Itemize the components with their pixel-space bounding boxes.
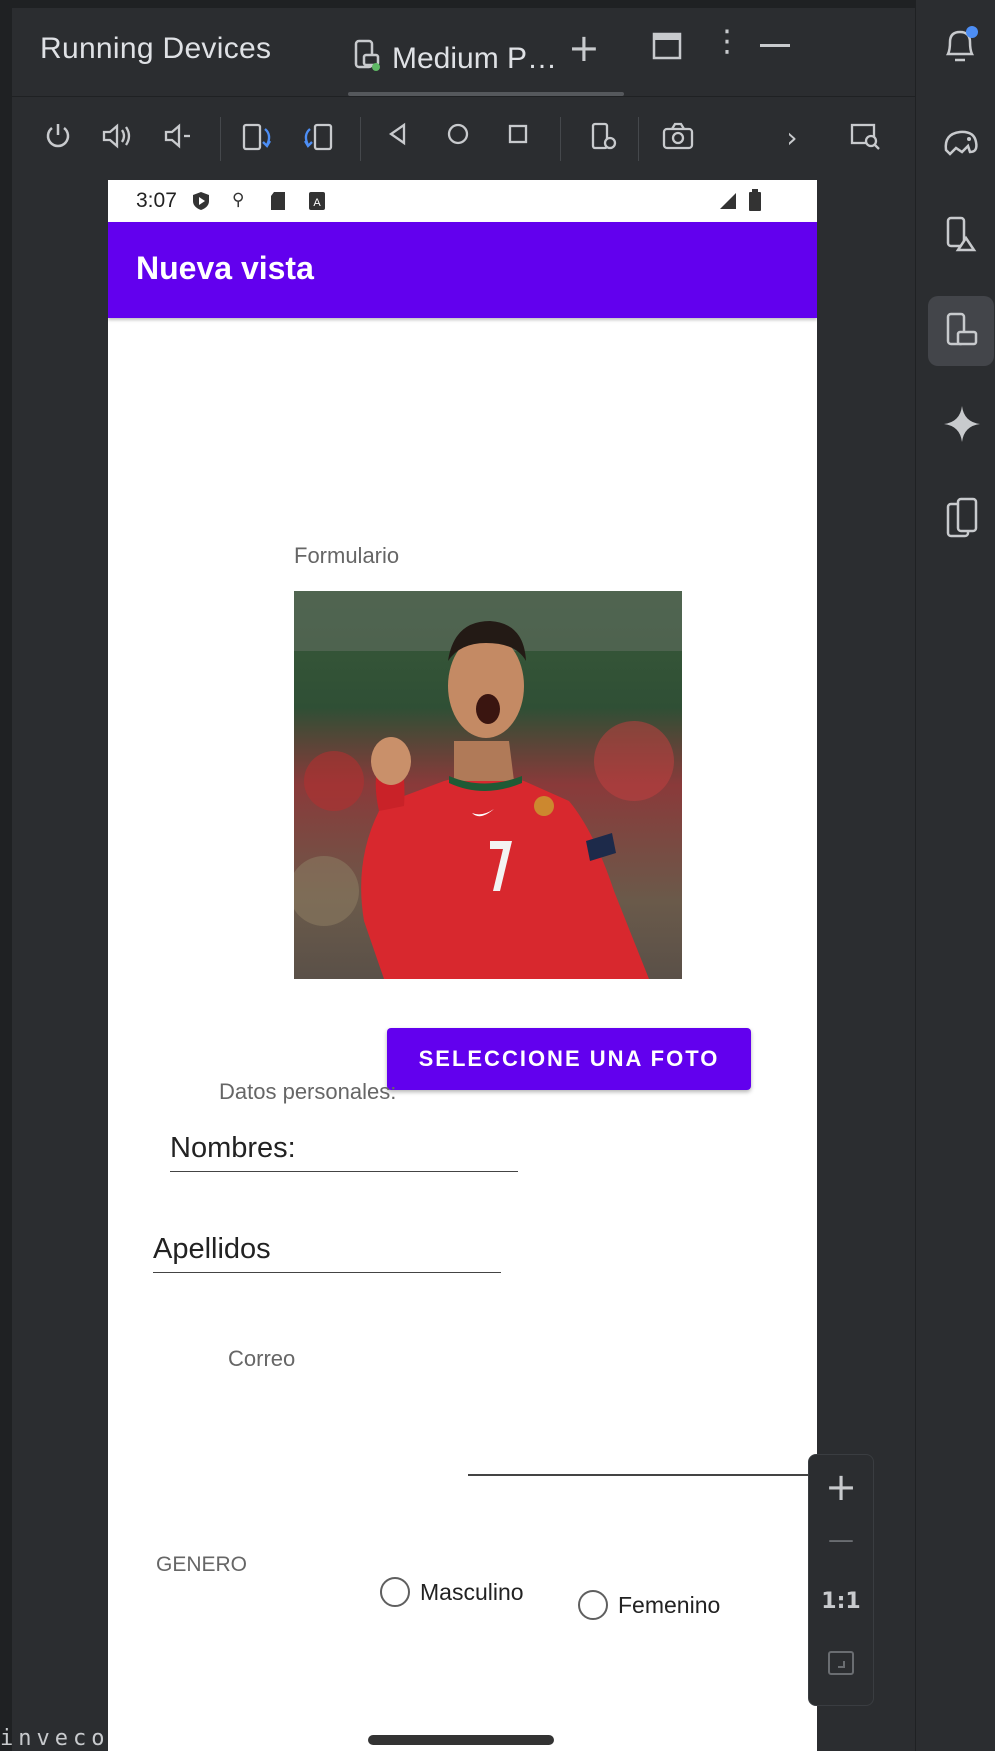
selected-photo	[294, 591, 682, 979]
device-settings-icon[interactable]	[584, 121, 624, 160]
panel-title: Running Devices	[40, 32, 272, 65]
status-bar: 3:07 ⚲ A	[108, 180, 817, 222]
radio-femenino[interactable]: Femenino	[578, 1590, 720, 1620]
device-toolbar: ›	[12, 96, 915, 181]
toolbar-separator	[560, 117, 561, 161]
truncated-label: inveco	[0, 1726, 110, 1751]
running-devices-icon[interactable]	[944, 310, 980, 356]
svg-text:A: A	[313, 197, 321, 209]
back-icon[interactable]	[378, 121, 418, 154]
home-icon[interactable]	[438, 121, 478, 154]
minimize-icon[interactable]	[760, 44, 790, 47]
chevron-right-icon[interactable]: ›	[772, 121, 812, 154]
power-icon[interactable]	[38, 121, 78, 158]
camera-icon[interactable]	[658, 121, 698, 158]
volume-down-icon[interactable]	[158, 121, 198, 158]
toolbar-separator	[360, 117, 361, 161]
accessibility-icon: A	[308, 191, 326, 217]
genero-label: GENERO	[156, 1553, 248, 1576]
gemini-icon[interactable]	[942, 404, 982, 448]
volume-up-icon[interactable]	[98, 121, 138, 158]
device-screen: 3:07 ⚲ A Nueva vista Formulario SELECCIO…	[108, 180, 817, 1751]
select-photo-button[interactable]: SELECCIONE UNA FOTO	[387, 1028, 751, 1090]
form-label: Formulario	[294, 543, 400, 568]
radio-circle[interactable]	[380, 1577, 410, 1607]
rotate-left-icon[interactable]	[238, 121, 278, 160]
radio-masculino-label: Masculino	[420, 1578, 524, 1605]
toolbar-separator	[220, 117, 221, 161]
radio-masculino[interactable]: Masculino	[380, 1577, 524, 1607]
app-bar: Nueva vista	[108, 222, 817, 318]
right-tool-strip	[915, 0, 995, 1751]
navigation-handle[interactable]	[368, 1735, 554, 1745]
app-bar-title: Nueva vista	[136, 250, 314, 286]
zoom-controls: + — 1:1	[808, 1454, 874, 1706]
status-time: 3:07	[136, 189, 177, 212]
tool-window-header: Running Devices Medium P… + ⋮	[12, 8, 915, 96]
window-icon[interactable]	[652, 32, 682, 64]
personal-data-label: Datos personales:	[219, 1079, 397, 1104]
correo-label: Correo	[228, 1346, 296, 1371]
overview-icon[interactable]	[498, 121, 538, 154]
zoom-actual-size-button[interactable]: 1:1	[809, 1589, 873, 1614]
plus-icon[interactable]: +	[568, 26, 600, 70]
device-explorer-icon[interactable]	[944, 496, 980, 544]
battery-icon	[748, 189, 762, 217]
nombres-input[interactable]	[170, 1132, 518, 1172]
toolbar-separator	[638, 117, 639, 161]
notifications-icon[interactable]	[940, 24, 980, 72]
radio-femenino-label: Femenino	[618, 1591, 721, 1618]
apellidos-input[interactable]	[153, 1233, 501, 1273]
usb-debug-icon: ⚲	[232, 190, 245, 209]
rotate-right-icon[interactable]	[298, 121, 338, 160]
correo-input[interactable]	[468, 1474, 817, 1476]
more-vertical-icon[interactable]: ⋮	[712, 24, 742, 59]
sd-card-icon	[270, 191, 286, 217]
zoom-out-button[interactable]: —	[809, 1525, 873, 1555]
signal-icon	[718, 192, 738, 216]
device-mirror-icon[interactable]	[846, 121, 886, 158]
device-tab[interactable]: Medium P…	[352, 22, 557, 96]
device-icon	[352, 39, 382, 79]
device-tab-label: Medium P…	[392, 42, 558, 75]
radio-circle[interactable]	[578, 1590, 608, 1620]
shield-play-icon	[192, 191, 210, 217]
device-manager-icon[interactable]	[944, 214, 980, 260]
fit-screen-icon[interactable]	[809, 1649, 873, 1681]
gradle-elephant-icon[interactable]	[940, 122, 982, 166]
zoom-in-button[interactable]: +	[809, 1465, 873, 1509]
